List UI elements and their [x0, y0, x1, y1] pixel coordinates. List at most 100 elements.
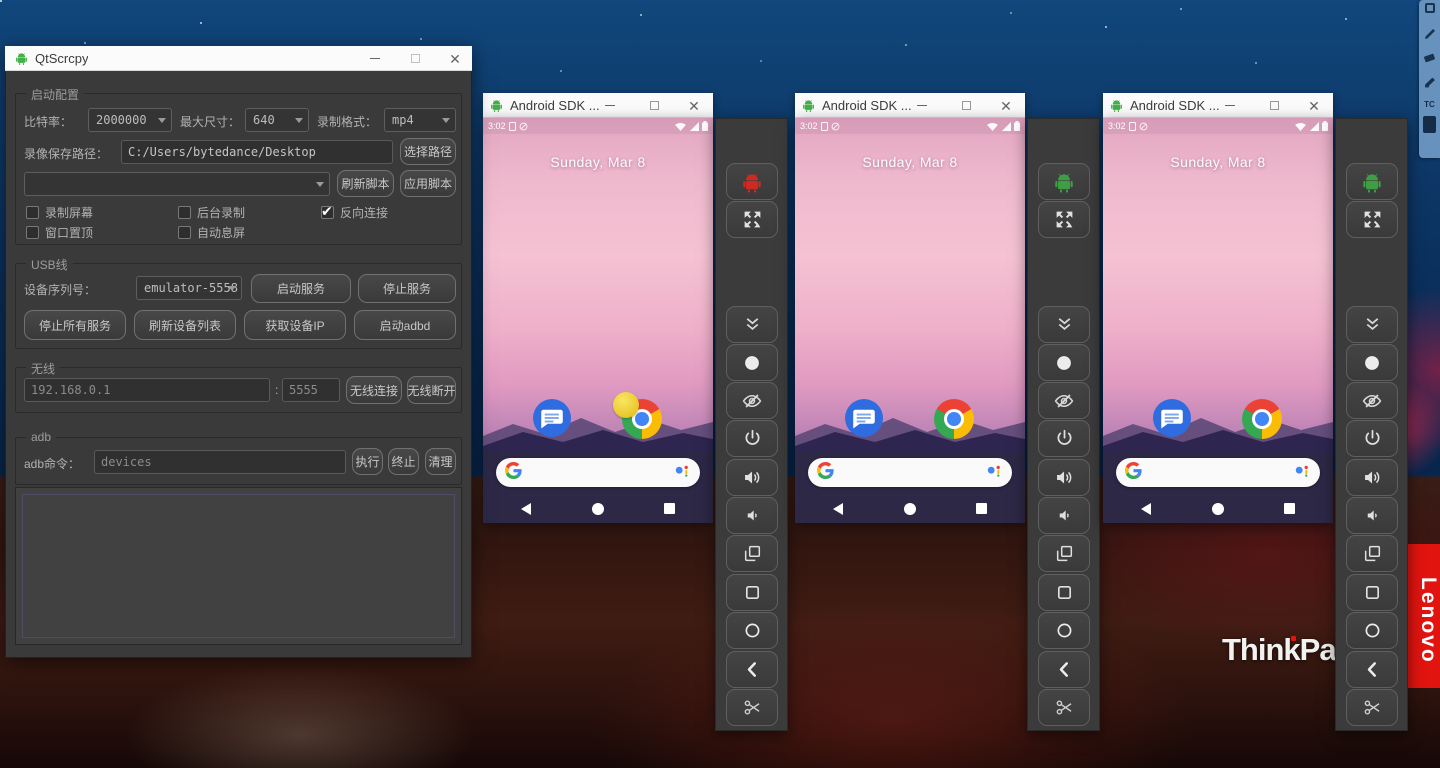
expand-notifications-button[interactable] [1346, 306, 1398, 343]
adb-terminate-button[interactable]: 终止 [388, 448, 419, 475]
bitrate-select[interactable]: 2000000 [88, 108, 172, 132]
emulator-titlebar[interactable]: Android SDK ... ✕ [795, 93, 1025, 118]
marker-icon[interactable] [1419, 76, 1440, 88]
emulator-titlebar[interactable]: Android SDK ... ✕ [483, 93, 713, 118]
screenshot-button[interactable] [1346, 689, 1398, 726]
wireless-ip-input[interactable] [24, 378, 270, 402]
touch-button[interactable] [1038, 344, 1090, 381]
chrome-app-icon[interactable] [1242, 399, 1282, 439]
assistant-mic-icon[interactable] [674, 462, 691, 483]
record-screen-checkbox[interactable]: 录制屏幕 [26, 204, 93, 221]
menu-button[interactable] [1038, 574, 1090, 611]
save-path-input[interactable] [121, 140, 393, 164]
nav-back-button[interactable] [521, 503, 531, 515]
fullscreen-button[interactable] [1346, 201, 1398, 238]
minimize-button[interactable] [1215, 93, 1245, 118]
volume-up-button[interactable] [1346, 459, 1398, 496]
pen-icon[interactable] [1419, 28, 1440, 40]
stop-service-button[interactable]: 停止服务 [358, 274, 456, 303]
close-button[interactable]: ✕ [1299, 93, 1329, 118]
apply-script-button[interactable]: 应用脚本 [400, 170, 456, 197]
nav-home-button[interactable] [592, 503, 604, 515]
background-record-checkbox[interactable]: 后台录制 [178, 204, 245, 221]
volume-up-button[interactable] [726, 459, 778, 496]
power-button[interactable] [726, 420, 778, 457]
nav-recents-button[interactable] [1284, 503, 1295, 514]
stop-all-services-button[interactable]: 停止所有服务 [24, 310, 126, 340]
menu-button[interactable] [726, 574, 778, 611]
nav-recents-button[interactable] [664, 503, 675, 514]
volume-down-button[interactable] [1346, 497, 1398, 534]
back-button[interactable] [726, 651, 778, 688]
minimize-button[interactable] [907, 93, 937, 118]
app-switch-button[interactable] [1346, 535, 1398, 572]
adb-output-console[interactable] [15, 487, 462, 645]
minimize-button[interactable] [360, 46, 390, 71]
screen-off-button[interactable] [726, 382, 778, 419]
emulator-titlebar[interactable]: Android SDK ... ✕ [1103, 93, 1333, 118]
messages-app-icon[interactable] [1153, 399, 1191, 437]
google-search-bar[interactable] [808, 458, 1012, 487]
choose-path-button[interactable]: 选择路径 [400, 138, 456, 165]
serial-select[interactable]: emulator-5558 [136, 276, 242, 300]
assistant-mic-icon[interactable] [1294, 462, 1311, 483]
maximize-button[interactable] [951, 93, 981, 118]
eraser-icon[interactable] [1419, 52, 1440, 63]
board-icon[interactable] [1419, 116, 1440, 133]
touch-button[interactable] [726, 344, 778, 381]
screenshot-button[interactable] [726, 689, 778, 726]
assistant-mic-icon[interactable] [986, 462, 1003, 483]
maximize-button[interactable] [400, 46, 430, 71]
maximize-button[interactable] [639, 93, 669, 118]
reverse-connect-checkbox[interactable]: 反向连接 [321, 204, 388, 221]
screenshot-button[interactable] [1038, 689, 1090, 726]
refresh-device-list-button[interactable]: 刷新设备列表 [134, 310, 236, 340]
close-button[interactable]: ✕ [679, 93, 709, 118]
screen-off-button[interactable] [1346, 382, 1398, 419]
home-button[interactable] [726, 612, 778, 649]
phone-screen[interactable]: 3:02 Sunday, Mar 8 [1103, 118, 1333, 523]
adb-command-input[interactable] [94, 450, 346, 474]
group-control-button[interactable] [1038, 163, 1090, 200]
messages-app-icon[interactable] [533, 399, 571, 437]
volume-up-button[interactable] [1038, 459, 1090, 496]
maximize-button[interactable] [1259, 93, 1289, 118]
start-service-button[interactable]: 启动服务 [251, 274, 351, 303]
nav-recents-button[interactable] [976, 503, 987, 514]
touch-button[interactable] [1346, 344, 1398, 381]
chrome-app-icon[interactable] [934, 399, 974, 439]
start-adbd-button[interactable]: 启动adbd [354, 310, 456, 340]
group-control-button[interactable] [1346, 163, 1398, 200]
volume-down-button[interactable] [726, 497, 778, 534]
wireless-connect-button[interactable]: 无线连接 [346, 376, 402, 404]
window-on-top-checkbox[interactable]: 窗口置顶 [26, 224, 93, 241]
auto-screen-off-checkbox[interactable]: 自动息屏 [178, 224, 245, 241]
volume-down-button[interactable] [1038, 497, 1090, 534]
phone-screen[interactable]: 3:02 Sunday, Mar 8 [483, 118, 713, 523]
script-select[interactable] [24, 172, 330, 196]
power-button[interactable] [1038, 420, 1090, 457]
record-format-select[interactable]: mp4 [384, 108, 456, 132]
expand-notifications-button[interactable] [1038, 306, 1090, 343]
back-button[interactable] [1038, 651, 1090, 688]
messages-app-icon[interactable] [845, 399, 883, 437]
google-search-bar[interactable] [496, 458, 700, 487]
phone-screen[interactable]: 3:02 Sunday, Mar 8 [795, 118, 1025, 523]
get-device-ip-button[interactable]: 获取设备IP [244, 310, 346, 340]
nav-back-button[interactable] [833, 503, 843, 515]
home-button[interactable] [1038, 612, 1090, 649]
app-switch-button[interactable] [726, 535, 778, 572]
fullscreen-button[interactable] [1038, 201, 1090, 238]
group-control-button[interactable] [726, 163, 778, 200]
minimize-button[interactable] [595, 93, 625, 118]
nav-home-button[interactable] [1212, 503, 1224, 515]
google-search-bar[interactable] [1116, 458, 1320, 487]
home-button[interactable] [1346, 612, 1398, 649]
text-tool-label[interactable]: TC [1419, 100, 1440, 109]
menu-button[interactable] [1346, 574, 1398, 611]
screen-off-button[interactable] [1038, 382, 1090, 419]
back-button[interactable] [1346, 651, 1398, 688]
fullscreen-button[interactable] [726, 201, 778, 238]
power-button[interactable] [1346, 420, 1398, 457]
nav-home-button[interactable] [904, 503, 916, 515]
